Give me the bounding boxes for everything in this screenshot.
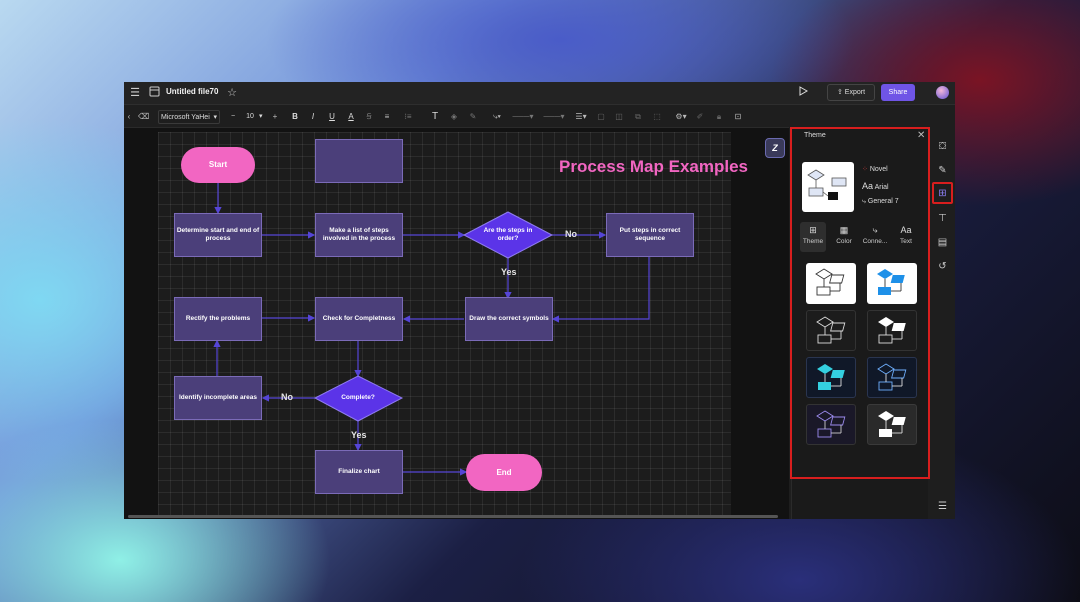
italic-icon[interactable]: I xyxy=(308,111,318,123)
star-icon[interactable]: ☆ xyxy=(225,86,239,100)
increase-size-icon[interactable]: + xyxy=(270,111,280,123)
line-weight-select[interactable]: ───▾ xyxy=(541,111,567,123)
pen-icon[interactable]: ✎ xyxy=(468,111,478,123)
node-end[interactable]: End xyxy=(466,454,542,491)
label-no-1[interactable]: No xyxy=(565,229,577,239)
presentation-icon[interactable]: ⊤ xyxy=(936,212,949,225)
layer-icon[interactable]: ◫ xyxy=(614,111,624,123)
underline-icon[interactable]: U xyxy=(327,111,337,123)
label-yes-1[interactable]: Yes xyxy=(501,267,517,277)
copy-style-icon[interactable]: ⧉ xyxy=(633,111,643,123)
panel-highlight-outline xyxy=(790,127,930,479)
app-window: ☰ Untitled file70 ☆ ⇪ Export Share ‹ ⌫ M… xyxy=(124,82,955,519)
label-no-2[interactable]: No xyxy=(281,392,293,402)
edit-icon[interactable]: ✐ xyxy=(695,111,705,123)
font-size-stepper[interactable]: − 10 ▾ xyxy=(231,110,269,124)
more-icon[interactable]: ⊡ xyxy=(733,111,743,123)
toolbar-scroll-left-icon[interactable]: ‹ xyxy=(126,111,132,123)
share-button[interactable]: Share xyxy=(881,84,915,101)
ai-assistant-icon[interactable]: Z xyxy=(765,138,785,158)
format-painter-icon[interactable]: ⌫ xyxy=(138,111,149,123)
text-tool-icon[interactable]: T xyxy=(430,111,440,123)
strikethrough-icon[interactable]: Ꞩ xyxy=(364,111,374,123)
group-icon[interactable]: ▢ xyxy=(596,111,606,123)
arrange-icon[interactable]: ☰▾ xyxy=(573,111,589,123)
fill-bucket-icon[interactable]: ⛋ xyxy=(936,140,949,153)
node-identify[interactable]: Identify incomplete areas xyxy=(174,376,262,420)
horizontal-scrollbar[interactable] xyxy=(128,515,778,518)
node-are-steps-label[interactable]: Are the steps in order? xyxy=(474,222,542,248)
export-label: Export xyxy=(844,89,866,96)
connector-putsteps-draw xyxy=(551,257,650,323)
node-check[interactable]: Check for Completness xyxy=(315,297,403,341)
bold-icon[interactable]: B xyxy=(290,111,300,123)
node-complete-label[interactable]: Complete? xyxy=(325,390,391,406)
diagram-title[interactable]: Process Map Examples xyxy=(559,157,748,177)
node-make-list[interactable]: Make a list of steps involved in the pro… xyxy=(315,213,403,257)
font-family-select[interactable]: Microsoft YaHei ▾ xyxy=(158,110,220,124)
play-icon[interactable] xyxy=(796,86,810,100)
font-family-value: Microsoft YaHei xyxy=(161,114,210,121)
decrease-size-icon[interactable]: − xyxy=(231,110,235,124)
format-toolbar: ‹ ⌫ Microsoft YaHei ▾ − 10 ▾ + B I U A Ꞩ… xyxy=(124,106,789,128)
lock-icon[interactable]: 🔒︎ xyxy=(714,111,724,123)
node-finalize[interactable]: Finalize chart xyxy=(315,450,403,494)
connector-style-icon[interactable]: ⤷▾ xyxy=(489,111,505,123)
menu-icon[interactable]: ☰ xyxy=(128,86,142,100)
line-spacing-icon[interactable]: ⁝≡ xyxy=(401,111,415,123)
font-size-value: 10 xyxy=(246,113,254,120)
node-determine[interactable]: Determine start and end of process xyxy=(174,213,262,257)
font-color-icon[interactable]: A xyxy=(346,111,356,123)
document-title[interactable]: Untitled file70 xyxy=(166,87,218,96)
settings-icon[interactable]: ⚙▾ xyxy=(673,111,689,123)
export-icon: ⇪ xyxy=(836,89,843,96)
history-icon[interactable]: ↺ xyxy=(936,260,949,273)
title-bar: ☰ Untitled file70 ☆ ⇪ Export Share xyxy=(124,82,955,105)
style-edit-icon[interactable]: ✎ xyxy=(936,164,949,177)
line-style-select[interactable]: ───▾ xyxy=(510,111,536,123)
rail-highlight-outline xyxy=(932,182,953,204)
page-icon[interactable]: ▤ xyxy=(936,236,949,249)
fill-icon[interactable]: ◈ xyxy=(449,111,459,123)
node-rectify[interactable]: Rectify the problems xyxy=(174,297,262,341)
align-icon[interactable]: ≡ xyxy=(382,111,392,123)
chevron-down-icon: ▾ xyxy=(259,113,263,120)
canvas-area[interactable]: Process Map Examples Start Determine sta… xyxy=(124,128,789,519)
node-start[interactable]: Start xyxy=(181,147,255,183)
export-button[interactable]: ⇪ Export xyxy=(827,84,875,101)
chevron-down-icon: ▾ xyxy=(213,114,217,121)
right-rail: ⛋ ✎ ⊞ ⊤ ▤ ↺ ☰ xyxy=(930,128,955,519)
label-yes-2[interactable]: Yes xyxy=(351,430,367,440)
node-empty[interactable] xyxy=(315,139,403,183)
settings-list-icon[interactable]: ☰ xyxy=(936,500,949,513)
node-draw[interactable]: Draw the correct symbols xyxy=(465,297,553,341)
diagram-page[interactable]: Process Map Examples Start Determine sta… xyxy=(158,132,748,515)
crop-icon[interactable]: ⬚ xyxy=(652,111,662,123)
file-icon[interactable] xyxy=(147,86,161,100)
node-put-steps[interactable]: Put steps in correct sequence xyxy=(606,213,694,257)
avatar[interactable] xyxy=(936,86,949,99)
